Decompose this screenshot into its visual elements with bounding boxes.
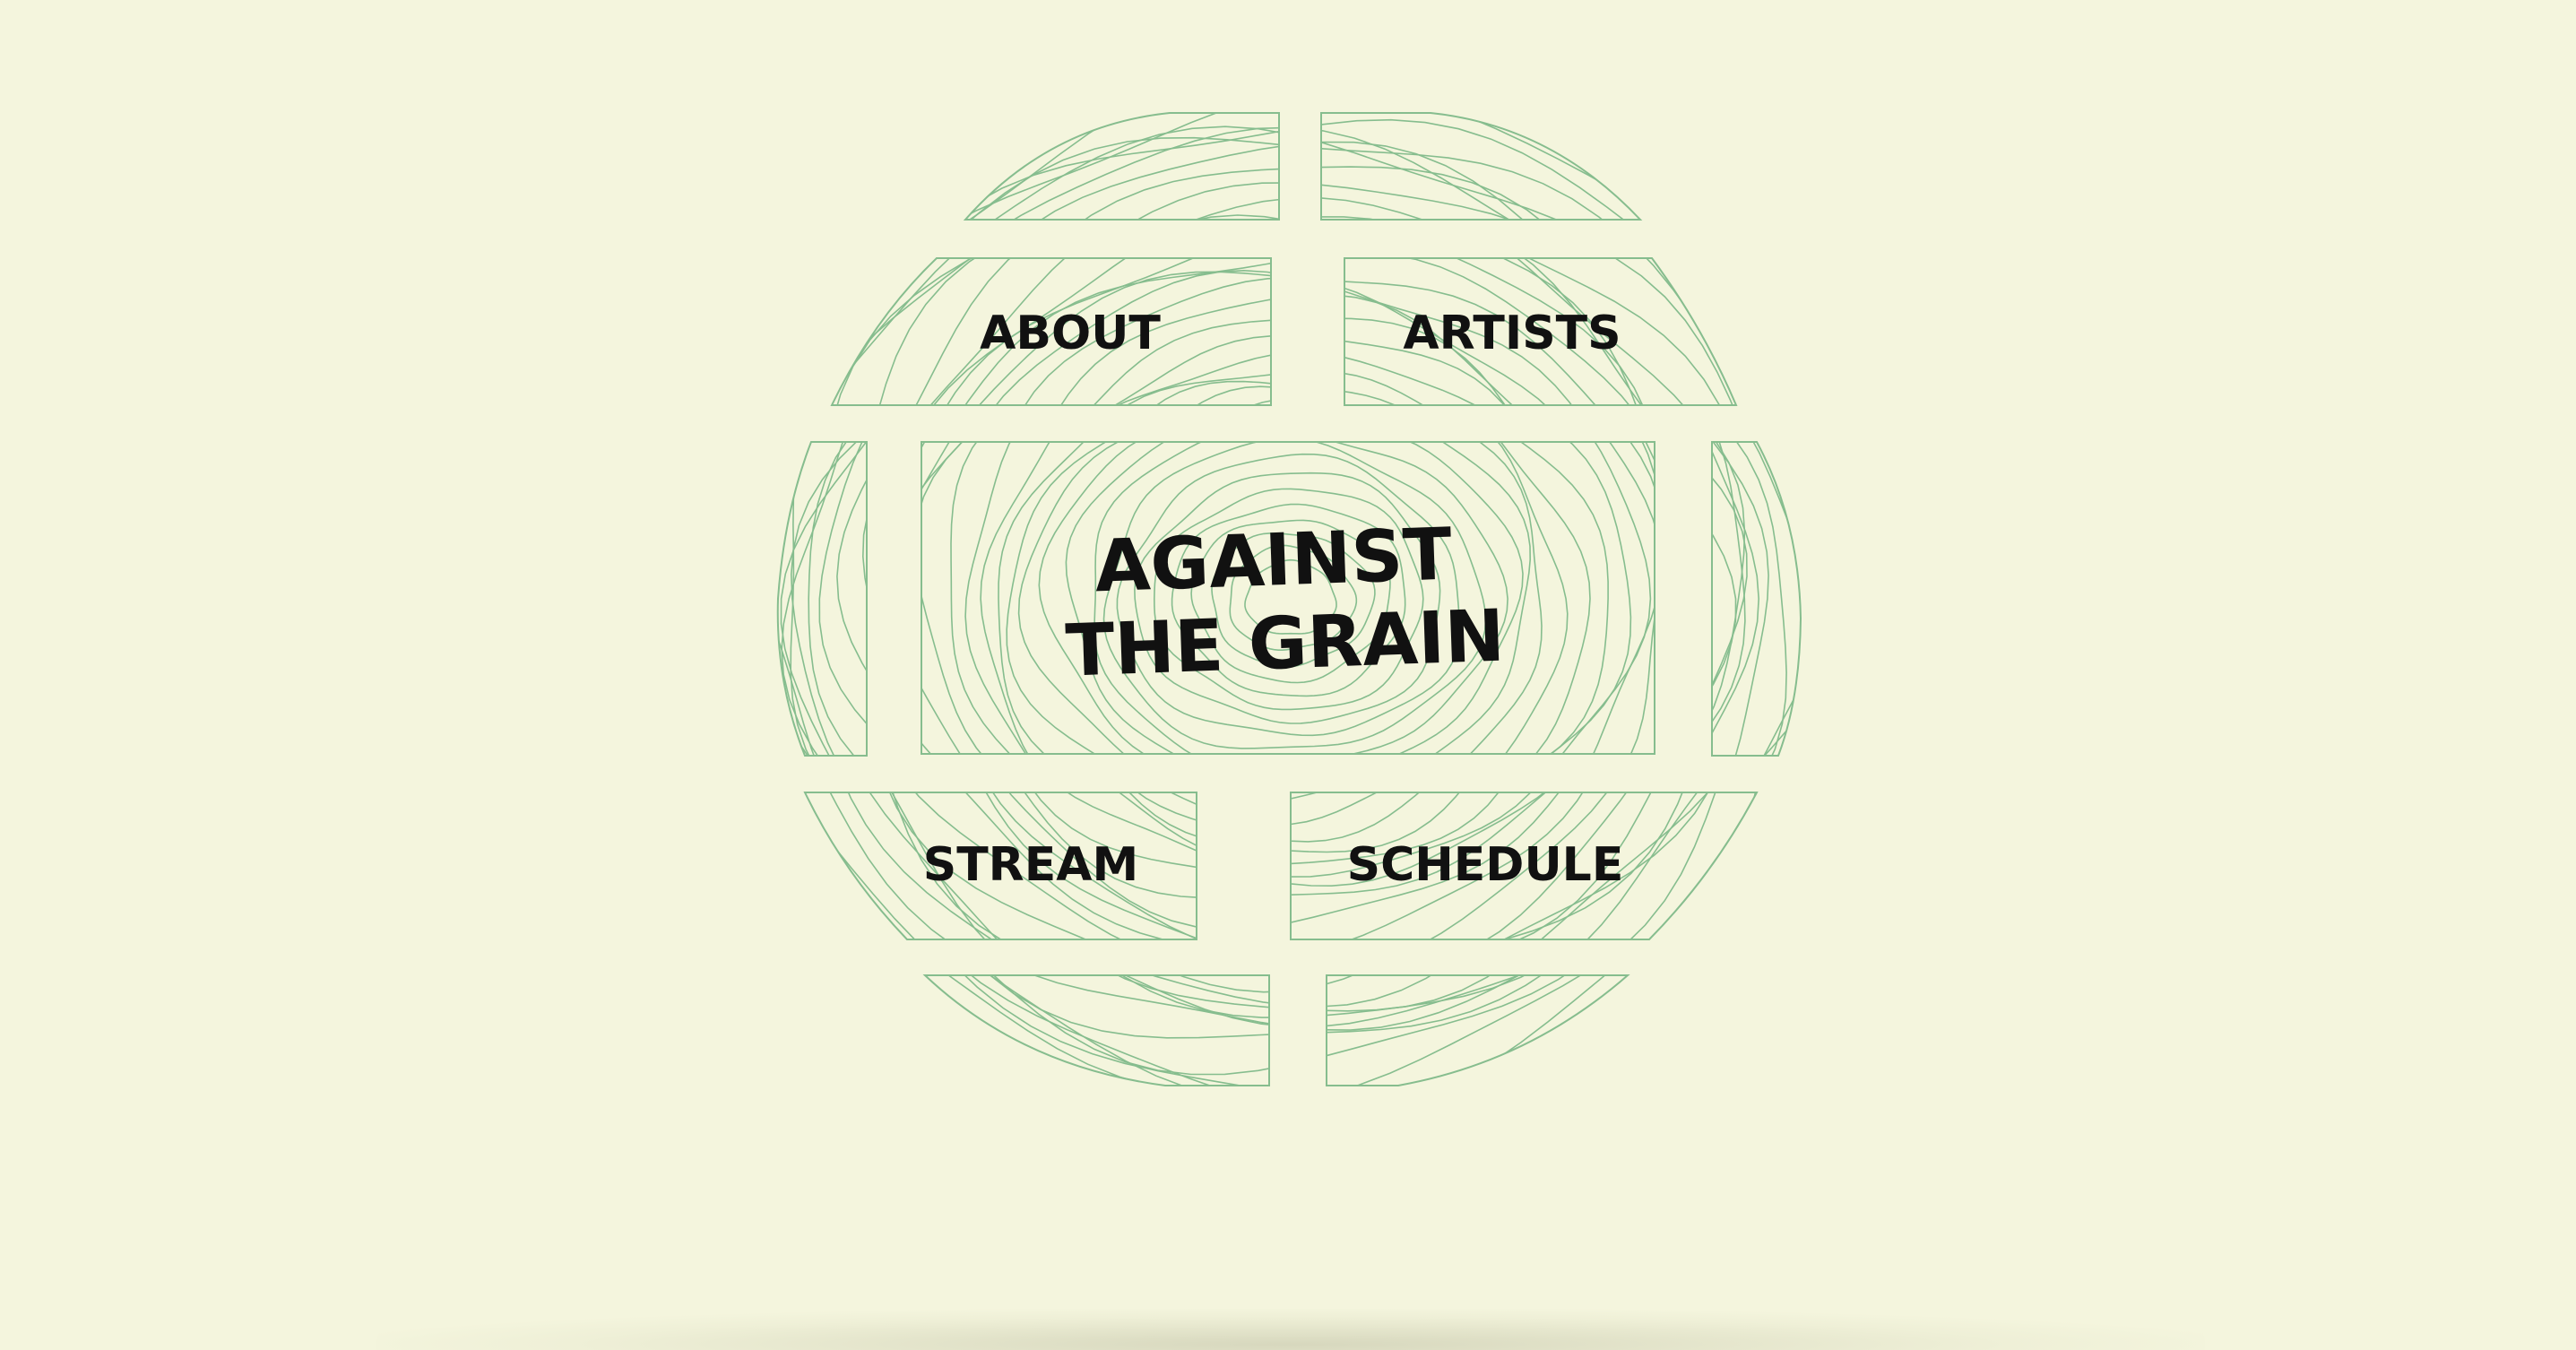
site-title[interactable]: AGAINST THE GRAIN [1061, 511, 1506, 693]
nav-artists-link[interactable]: ARTISTS [1403, 307, 1621, 360]
site-title-line-1: AGAINST [1094, 513, 1454, 609]
bottom-shadow [376, 1309, 2205, 1350]
wood-grain-emblem: AGAINST THE GRAIN ABOUT ARTISTS STREAM S… [776, 112, 1802, 1086]
nav-about-link[interactable]: ABOUT [980, 307, 1161, 360]
nav-schedule-link[interactable]: SCHEDULE [1347, 838, 1624, 892]
nav-stream-link[interactable]: STREAM [923, 838, 1138, 892]
site-title-line-2: THE GRAIN [1064, 594, 1506, 693]
